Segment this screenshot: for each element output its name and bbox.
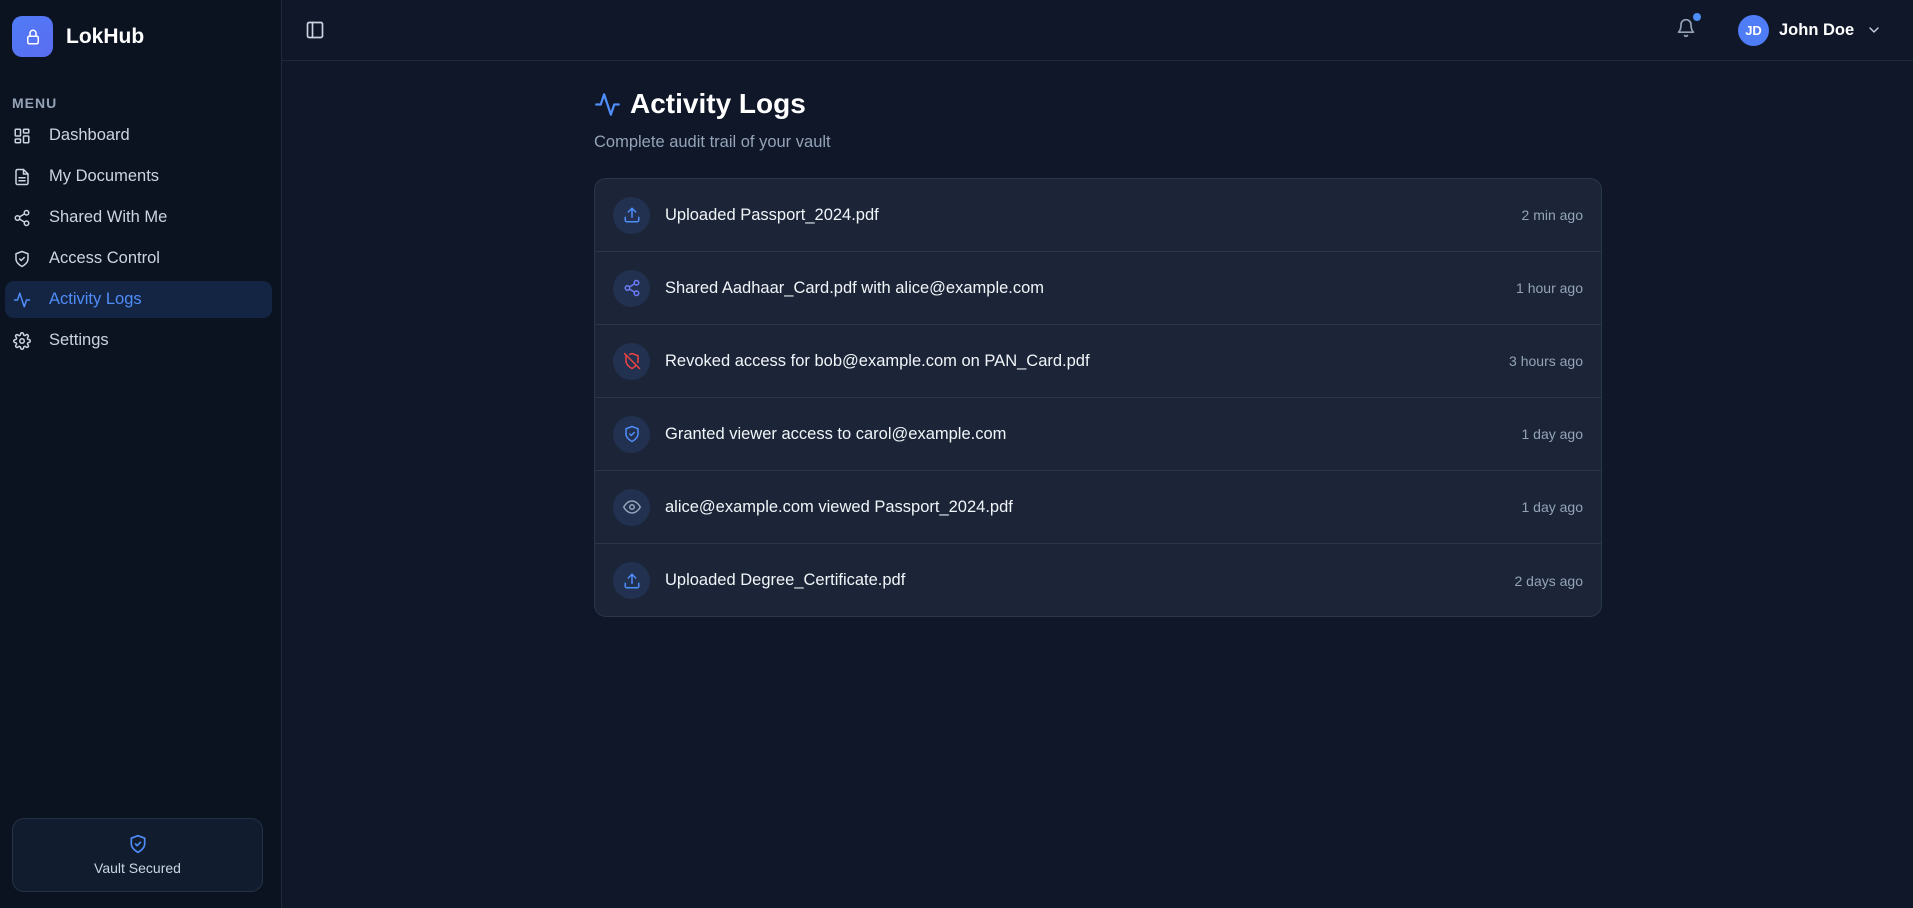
sidebar-item-label: Access Control bbox=[49, 249, 160, 267]
lock-icon bbox=[12, 16, 53, 57]
user-name: John Doe bbox=[1779, 20, 1855, 39]
list-item: Granted viewer access to carol@example.c… bbox=[595, 398, 1601, 471]
avatar: JD bbox=[1738, 14, 1769, 46]
user-menu[interactable]: JD John Doe bbox=[1738, 14, 1882, 46]
page-subtitle: Complete audit trail of your vault bbox=[594, 133, 831, 151]
page-header: Activity Logs Complete audit trail of yo… bbox=[594, 88, 831, 152]
log-time: 1 day ago bbox=[1521, 499, 1584, 515]
eye-icon bbox=[613, 488, 650, 526]
log-time: 3 hours ago bbox=[1509, 353, 1583, 369]
log-text: Uploaded Passport_2024.pdf bbox=[665, 205, 879, 224]
brand-name: LokHub bbox=[66, 24, 145, 48]
sidebar-item-label: Activity Logs bbox=[49, 290, 142, 308]
gear-icon bbox=[13, 331, 31, 350]
log-time: 2 days ago bbox=[1514, 572, 1584, 589]
list-item: alice@example.com viewed Passport_2024.p… bbox=[595, 471, 1601, 544]
log-text: alice@example.com viewed Passport_2024.p… bbox=[665, 497, 1013, 516]
shield-off-icon bbox=[613, 342, 650, 380]
log-text: Granted viewer access to carol@example.c… bbox=[665, 424, 1007, 443]
page-title: Activity Logs bbox=[630, 88, 806, 119]
activity-icon bbox=[594, 91, 621, 118]
sidebar-item-access-control[interactable]: Access Control bbox=[5, 240, 272, 277]
sidebar-item-label: Shared With Me bbox=[49, 208, 168, 226]
sidebar-item-label: Settings bbox=[49, 331, 109, 349]
sidebar-item-label: Dashboard bbox=[49, 126, 130, 144]
brand[interactable]: LokHub bbox=[12, 16, 144, 57]
top-bar: JD John Doe bbox=[282, 0, 1913, 61]
menu-label: MENU bbox=[12, 95, 58, 111]
chevron-down-icon bbox=[1866, 22, 1882, 38]
share-icon bbox=[13, 209, 31, 227]
shield-check-icon bbox=[13, 250, 31, 268]
log-text: Uploaded Degree_Certificate.pdf bbox=[665, 571, 906, 589]
grid-icon bbox=[13, 127, 31, 145]
list-item: Uploaded Passport_2024.pdf 2 min ago bbox=[595, 179, 1601, 252]
sidebar: LokHub MENU Dashboard My Documents Share… bbox=[0, 0, 282, 908]
list-item: Uploaded Degree_Certificate.pdf 2 days a… bbox=[595, 544, 1601, 616]
sidebar-item-settings[interactable]: Settings bbox=[5, 322, 272, 359]
list-item: Revoked access for bob@example.com on PA… bbox=[595, 325, 1601, 398]
sidebar-item-shared-with-me[interactable]: Shared With Me bbox=[5, 199, 272, 236]
shield-check-icon bbox=[613, 415, 650, 453]
notification-bell-icon[interactable] bbox=[1676, 13, 1701, 40]
sidebar-item-dashboard[interactable]: Dashboard bbox=[5, 117, 272, 154]
sidebar-item-activity-logs[interactable]: Activity Logs bbox=[5, 281, 272, 318]
vault-status-card: Vault Secured bbox=[12, 818, 263, 892]
activity-log-list: Uploaded Passport_2024.pdf 2 min ago Sha… bbox=[594, 178, 1602, 617]
list-item: Shared Aadhaar_Card.pdf with alice@examp… bbox=[595, 252, 1601, 325]
sidebar-nav: Dashboard My Documents Shared With Me Ac… bbox=[5, 117, 272, 363]
sidebar-item-my-documents[interactable]: My Documents bbox=[5, 158, 272, 195]
log-time: 1 day ago bbox=[1521, 426, 1584, 442]
vault-status-label: Vault Secured bbox=[94, 860, 181, 876]
activity-icon bbox=[13, 291, 31, 309]
sidebar-item-label: My Documents bbox=[49, 167, 160, 185]
log-time: 2 min ago bbox=[1521, 207, 1583, 223]
file-icon bbox=[13, 168, 31, 186]
notification-dot bbox=[1693, 13, 1701, 21]
log-text: Revoked access for bob@example.com on PA… bbox=[665, 351, 1090, 370]
log-text: Shared Aadhaar_Card.pdf with alice@examp… bbox=[665, 278, 1045, 297]
sidebar-toggle-icon[interactable] bbox=[305, 20, 325, 40]
shield-check-icon bbox=[128, 834, 148, 854]
log-time: 1 hour ago bbox=[1516, 280, 1583, 296]
upload-icon bbox=[613, 562, 650, 599]
share-icon bbox=[613, 269, 650, 307]
upload-icon bbox=[613, 196, 650, 234]
